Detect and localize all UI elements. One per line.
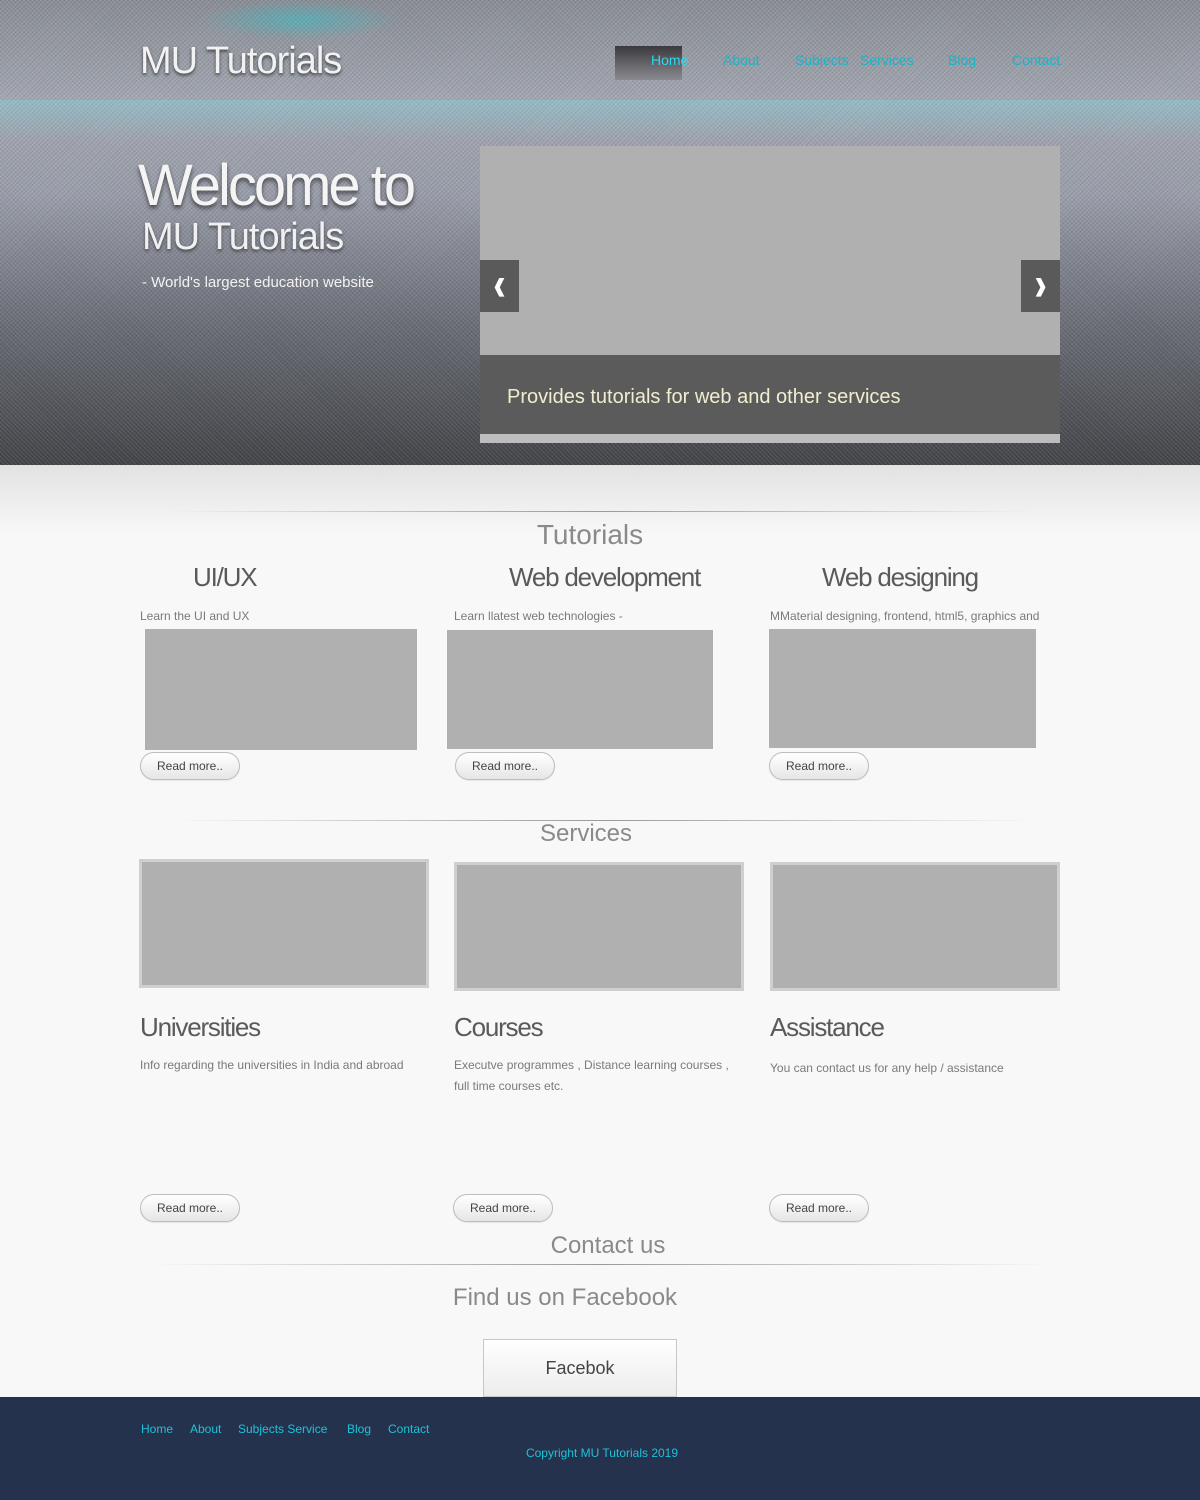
tutorial-title-uiux: UI/UX [193, 562, 258, 592]
read-more-button[interactable]: Read more.. [453, 1194, 553, 1222]
footer-link-home[interactable]: Home [141, 1422, 173, 1436]
hero-band [0, 100, 1200, 140]
tutorial-image-uiux [145, 629, 417, 750]
service-title-assistance: Assistance [770, 1012, 885, 1042]
service-image-universities [139, 859, 429, 988]
contact-divider [150, 1264, 1050, 1265]
tutorial-text-webdev: Learn llatest web technologies - [454, 609, 623, 623]
service-title-universities: Universities [140, 1012, 261, 1042]
nav-contact[interactable]: Contact [1012, 46, 1060, 80]
read-more-button[interactable]: Read more.. [769, 752, 869, 780]
read-more-button[interactable]: Read more.. [455, 752, 555, 780]
service-title-courses: Courses [454, 1012, 544, 1042]
slider-progress-bar [480, 434, 1060, 443]
footer-link-subjects-service[interactable]: Subjects Service [238, 1422, 327, 1436]
read-more-button[interactable]: Read more.. [140, 752, 240, 780]
image-slider: ❰ ❱ Provides tutorials for web and other… [480, 146, 1060, 443]
read-more-button[interactable]: Read more.. [140, 1194, 240, 1222]
hero-welcome: Welcome to [138, 153, 416, 218]
service-image-assistance [770, 862, 1060, 991]
footer-link-blog[interactable]: Blog [347, 1422, 371, 1436]
slider-next-icon[interactable]: ❱ [1021, 260, 1060, 312]
facebook-heading: Find us on Facebook [452, 1284, 678, 1311]
nav-home[interactable]: Home [615, 46, 688, 80]
tutorial-text-webdesign: MMaterial designing, frontend, html5, gr… [770, 609, 1040, 623]
footer: Home About Subjects Service Blog Contact… [0, 1397, 1200, 1500]
tutorials-title: Tutorials [536, 519, 644, 550]
nav-services[interactable]: Services [860, 46, 914, 80]
slider-caption: Provides tutorials for web and other ser… [480, 355, 1060, 434]
footer-link-about[interactable]: About [190, 1422, 221, 1436]
tutorial-title-webdev: Web development [509, 562, 701, 592]
footer-link-contact[interactable]: Contact [388, 1422, 429, 1436]
nav-about[interactable]: About [723, 46, 760, 80]
read-more-button[interactable]: Read more.. [769, 1194, 869, 1222]
service-text-universities: Info regarding the universities in India… [140, 1058, 404, 1072]
service-text-courses: Executve programmes , Distance learning … [454, 1058, 729, 1093]
tutorial-text-uiux: Learn the UI and UX [140, 609, 250, 623]
services-title: Services [539, 820, 633, 847]
hero-brand: MU Tutorials [142, 216, 344, 258]
hero-glow [200, 0, 400, 40]
service-text-assistance: You can contact us for any help / assist… [770, 1061, 1004, 1075]
nav-subjects[interactable]: Subjects [795, 46, 849, 80]
hero-banner: MU Tutorials Home About Subjects Service… [0, 0, 1200, 465]
tutorial-image-webdev [447, 630, 713, 749]
tutorials-divider [170, 511, 1030, 512]
site-logo[interactable]: MU Tutorials [140, 40, 342, 83]
nav-blog[interactable]: Blog [948, 46, 976, 80]
tutorial-image-webdesign [769, 629, 1036, 748]
service-image-courses [454, 862, 744, 991]
hero-tagline: - World's largest education website [142, 274, 374, 291]
contact-title: Contact us [550, 1232, 666, 1259]
facebook-button[interactable]: Facebok [483, 1339, 677, 1397]
copyright-text: Copyright MU Tutorials 2019 [525, 1446, 679, 1460]
slider-caption-text: Provides tutorials for web and other ser… [507, 386, 901, 408]
tutorial-title-webdesign: Web designing [822, 562, 979, 592]
slider-prev-icon[interactable]: ❰ [480, 260, 519, 312]
